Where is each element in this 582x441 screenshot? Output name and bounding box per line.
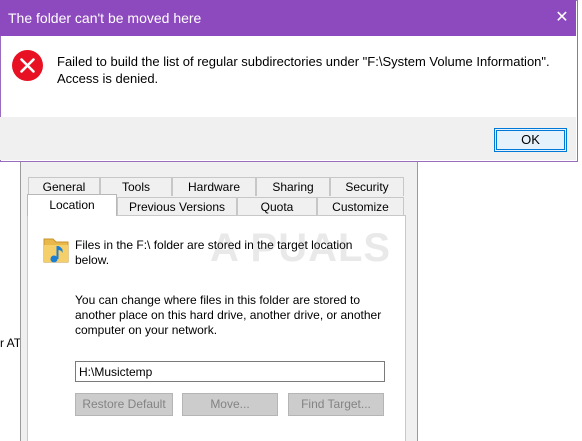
restore-default-button[interactable]: Restore Default — [75, 393, 173, 416]
tab-location[interactable]: Location — [27, 194, 117, 216]
tab-sharing[interactable]: Sharing — [256, 177, 330, 196]
music-folder-icon — [42, 233, 72, 265]
error-icon — [11, 49, 44, 82]
tab-security[interactable]: Security — [330, 177, 404, 196]
close-icon[interactable]: ✕ — [548, 4, 576, 32]
watermark-logo: A PUALS — [210, 226, 392, 270]
tab-customize[interactable]: Customize — [317, 197, 404, 216]
ok-button[interactable]: OK — [494, 128, 567, 152]
find-target-button[interactable]: Find Target... — [288, 393, 384, 416]
background-area — [0, 165, 20, 441]
error-message: Failed to build the list of regular subd… — [57, 54, 550, 86]
move-button[interactable]: Move... — [182, 393, 278, 416]
partial-background-text: r AT — [0, 336, 22, 350]
target-path-input[interactable] — [75, 361, 385, 382]
location-description: You can change where files in this folde… — [75, 293, 382, 337]
tab-hardware[interactable]: Hardware — [172, 177, 256, 196]
tab-previous-versions[interactable]: Previous Versions — [117, 197, 237, 216]
dialog-title: The folder can't be moved here — [8, 10, 202, 26]
dialog-footer — [0, 117, 576, 160]
tab-quota[interactable]: Quota — [237, 197, 317, 216]
